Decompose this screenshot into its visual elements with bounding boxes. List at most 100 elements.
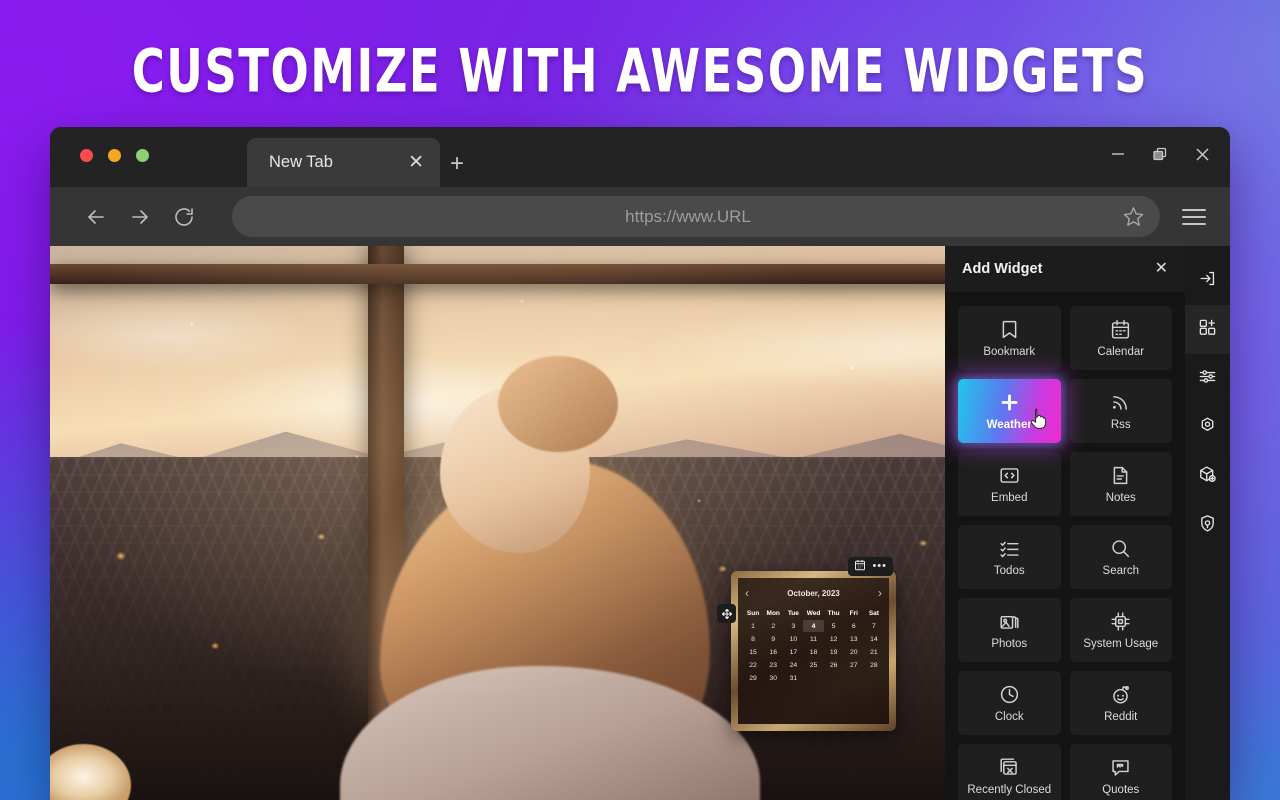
minimize-traffic-light[interactable] (108, 149, 121, 162)
rail-button-login-arrow[interactable] (1185, 256, 1230, 305)
calendar-day[interactable]: 30 (763, 673, 783, 685)
widget-tile-system-usage[interactable]: System Usage (1070, 598, 1173, 662)
widget-move-handle[interactable] (717, 604, 736, 623)
calendar-day-today[interactable]: 4 (803, 620, 823, 632)
calendar-day[interactable]: 17 (783, 646, 803, 658)
calendar-day[interactable]: 27 (844, 660, 864, 672)
widget-tile-quotes[interactable]: Quotes (1070, 744, 1173, 800)
calendar-day[interactable]: 14 (864, 633, 884, 645)
calendar-day[interactable]: 31 (783, 673, 803, 685)
widget-tile-label: Weather (987, 419, 1032, 431)
close-traffic-light[interactable] (80, 149, 93, 162)
calendar-day[interactable]: 10 (783, 633, 803, 645)
clock-icon (999, 684, 1020, 705)
widget-tile-recently-closed[interactable]: Recently Closed (958, 744, 1061, 800)
calendar-day[interactable]: 12 (824, 633, 844, 645)
hamburger-menu-icon[interactable] (1174, 197, 1214, 237)
calendar-day[interactable]: 3 (783, 620, 803, 632)
calendar-day[interactable]: 25 (803, 660, 823, 672)
browser-toolbar: https://www.URL (50, 187, 1230, 246)
calendar-day[interactable]: 1 (743, 620, 763, 632)
calendar-day[interactable]: 13 (844, 633, 864, 645)
maximize-traffic-light[interactable] (136, 149, 149, 162)
widget-tile-reddit[interactable]: Reddit (1070, 671, 1173, 735)
widget-tile-search[interactable]: Search (1070, 525, 1173, 589)
calendar-day[interactable]: 21 (864, 646, 884, 658)
calendar-day[interactable]: 2 (763, 620, 783, 632)
calendar-day[interactable]: 22 (743, 660, 763, 672)
calendar-day[interactable]: 11 (803, 633, 823, 645)
promo-headline: CUSTOMIZE WITH AWESOME WIDGETS (0, 36, 1280, 106)
calendar-day[interactable]: 6 (844, 620, 864, 632)
calendar-day[interactable]: 29 (743, 673, 763, 685)
widget-tile-rss[interactable]: Rss (1070, 379, 1173, 443)
bookmark-icon (999, 319, 1020, 340)
calendar-day[interactable]: 20 (844, 646, 864, 658)
calendar-day[interactable]: 18 (803, 646, 823, 658)
calendar-day[interactable]: 7 (864, 620, 884, 632)
calendar-day[interactable]: 26 (824, 660, 844, 672)
forward-arrow-icon[interactable] (118, 195, 162, 239)
calendar-day[interactable]: 24 (783, 660, 803, 672)
add-widget-icon (1198, 318, 1217, 342)
traffic-lights (80, 149, 149, 162)
star-icon[interactable] (1116, 200, 1150, 234)
widget-tile-notes[interactable]: Notes (1070, 452, 1173, 516)
tab-close-icon[interactable]: ✕ (404, 151, 428, 174)
widget-tile-calendar[interactable]: Calendar (1070, 306, 1173, 370)
calendar-widget[interactable]: ••• ‹ October, 2023 › SunMonTueWedThuFri… (731, 571, 896, 731)
url-input[interactable]: https://www.URL (232, 207, 1116, 227)
browser-tab[interactable]: New Tab ✕ (247, 138, 440, 187)
calendar-dow-label: Mon (763, 608, 783, 620)
widget-tile-label: Calendar (1097, 346, 1144, 358)
widget-tile-photos[interactable]: Photos (958, 598, 1061, 662)
calendar-day[interactable]: 5 (824, 620, 844, 632)
back-arrow-icon[interactable] (74, 195, 118, 239)
new-tab-page: ••• ‹ October, 2023 › SunMonTueWedThuFri… (50, 246, 1230, 800)
new-tab-button[interactable]: + (450, 152, 464, 176)
rail-button-add-widget[interactable] (1185, 305, 1230, 354)
photos-icon (999, 611, 1020, 632)
minimize-icon[interactable] (1108, 144, 1128, 164)
calendar-day[interactable]: 8 (743, 633, 763, 645)
widget-tile-bookmark[interactable]: Bookmark (958, 306, 1061, 370)
rail-button-shield-lock[interactable] (1185, 501, 1230, 550)
calendar-icon (1110, 319, 1131, 340)
calendar-widget-toolbar: ••• (848, 557, 893, 576)
panel-close-icon[interactable]: ✕ (1155, 261, 1168, 277)
widget-tile-todos[interactable]: Todos (958, 525, 1061, 589)
calendar-day[interactable]: 16 (763, 646, 783, 658)
widget-tile-label: Bookmark (983, 346, 1035, 358)
browser-window: New Tab ✕ + (50, 127, 1230, 800)
close-icon[interactable] (1192, 144, 1212, 164)
window-controls (1108, 144, 1212, 164)
widget-tile-clock[interactable]: Clock (958, 671, 1061, 735)
add-widget-panel-header: Add Widget ✕ (945, 246, 1185, 292)
widget-tile-label: Photos (991, 638, 1027, 650)
calendar-icon[interactable] (854, 558, 866, 576)
rail-button-package-plus[interactable] (1185, 452, 1230, 501)
url-bar[interactable]: https://www.URL (232, 196, 1160, 237)
widget-tile-embed[interactable]: Embed (958, 452, 1061, 516)
mouse-cursor-pointer (1030, 408, 1047, 430)
widget-tile-label: Notes (1106, 492, 1136, 504)
calendar-widget-menu-icon[interactable]: ••• (872, 561, 887, 572)
calendar-day[interactable]: 19 (824, 646, 844, 658)
calendar-month-label: October, 2023 (787, 589, 839, 598)
widget-tile-label: System Usage (1083, 638, 1158, 650)
shield-lock-icon (1198, 514, 1217, 538)
calendar-day[interactable]: 15 (743, 646, 763, 658)
widget-tile-weather[interactable]: Weather (958, 379, 1061, 443)
restore-icon[interactable] (1150, 144, 1170, 164)
calendar-prev-month-button[interactable]: ‹ (745, 586, 749, 600)
calendar-day[interactable]: 28 (864, 660, 884, 672)
calendar-next-month-button[interactable]: › (878, 586, 882, 600)
widget-tile-label: Search (1103, 565, 1139, 577)
quote-bubble-icon (1110, 757, 1131, 778)
add-widget-panel: Add Widget ✕ Bookmark Calendar Weather RssE… (945, 246, 1185, 800)
rail-button-sliders[interactable] (1185, 354, 1230, 403)
calendar-day[interactable]: 23 (763, 660, 783, 672)
calendar-day[interactable]: 9 (763, 633, 783, 645)
rail-button-gear[interactable] (1185, 403, 1230, 452)
reload-icon[interactable] (162, 195, 206, 239)
